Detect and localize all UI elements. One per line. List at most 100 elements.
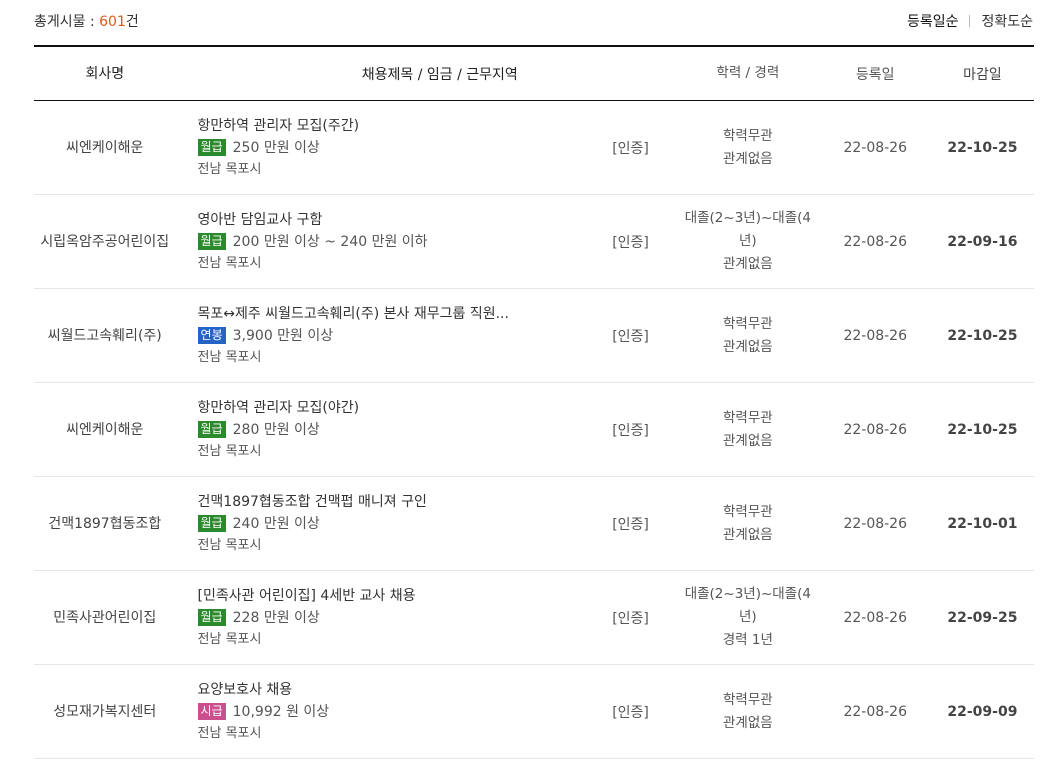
col-title-header: 채용제목 / 임금 / 근무지역: [176, 46, 586, 101]
list-topbar: 총게시물 : 601건 등록일순 정확도순: [34, 0, 1033, 42]
cert-label: [인증]: [612, 422, 649, 439]
title-cell: [민족사관 어린이집] 4세반 교사 채용 월급 228 만원 이상 전남 목포…: [176, 571, 586, 665]
cert-label: [인증]: [612, 516, 649, 533]
work-location: 전남 목포시: [197, 443, 262, 459]
job-title-link[interactable]: 영아반 담임교사 구함: [198, 209, 518, 231]
edu-career-cell: 학력무관 관계없음: [676, 383, 820, 477]
pay-info: 월급 250 만원 이상: [197, 137, 585, 159]
career-requirement: 관계없음: [722, 714, 773, 731]
cert-label: [인증]: [612, 610, 649, 627]
sort-by-relevance-link[interactable]: 정확도순: [981, 11, 1033, 31]
work-location: 전남 목포시: [197, 161, 262, 177]
company-name[interactable]: 씨월드고속훼리(주): [34, 289, 176, 383]
deadline-date: 22-10-25: [947, 139, 1018, 156]
cert-label: [인증]: [612, 140, 649, 157]
title-cell: 목포↔제주 씨월드고속훼리(주) 본사 재무그룹 직원... 연봉 3,900 …: [176, 289, 586, 383]
education-requirement: 학력무관: [722, 503, 773, 520]
table-row: 건맥1897협동조합 건맥1897협동조합 건맥펍 매니져 구인 월급 240 …: [34, 477, 1034, 571]
deadline-date: 22-09-25: [947, 609, 1018, 626]
company-name[interactable]: 씨엔케이해운: [34, 101, 176, 195]
pay-amount: 240 만원 이상: [232, 515, 320, 532]
education-requirement: 학력무관: [722, 315, 773, 332]
work-location: 전남 목포시: [197, 349, 262, 365]
career-requirement: 관계없음: [722, 150, 773, 167]
pay-type-badge: 월급: [197, 233, 226, 250]
job-title-link[interactable]: 목포↔제주 씨월드고속훼리(주) 본사 재무그룹 직원...: [198, 303, 518, 325]
education-requirement: 대졸(2~3년)~대졸(4년): [684, 210, 811, 249]
deadline-date: 22-09-09: [947, 703, 1018, 720]
career-requirement: 관계없음: [722, 526, 773, 543]
pay-info: 월급 200 만원 이상 ~ 240 만원 이하: [197, 231, 585, 253]
table-row: 민족사관어린이집 [민족사관 어린이집] 4세반 교사 채용 월급 228 만원…: [34, 571, 1034, 665]
pay-type-badge: 월급: [197, 515, 226, 532]
col-company-header: 회사명: [85, 65, 125, 82]
job-list-page: 총게시물 : 601건 등록일순 정확도순 회사명 채용제목 / 임금 / 근무…: [0, 0, 1051, 764]
registration-date: 22-08-26: [843, 139, 907, 156]
pay-amount: 280 만원 이상: [232, 421, 320, 438]
job-title-link[interactable]: 항만하역 관리자 모집(야간): [198, 397, 518, 419]
registration-date: 22-08-26: [843, 233, 907, 250]
education-requirement: 대졸(2~3년)~대졸(4년): [684, 586, 811, 625]
company-name[interactable]: 민족사관어린이집: [34, 571, 176, 665]
deadline-date: 22-10-01: [947, 515, 1018, 532]
cert-label: [인증]: [612, 234, 649, 251]
pay-info: 월급 240 만원 이상: [197, 513, 585, 535]
title-cell: 항만하역 관리자 모집(주간) 월급 250 만원 이상 전남 목포시: [176, 101, 586, 195]
edu-career-cell: 대졸(2~3년)~대졸(4년) 경력 1년: [676, 571, 820, 665]
table-row: 씨엔케이해운 항만하역 관리자 모집(야간) 월급 280 만원 이상 전남 목…: [34, 383, 1034, 477]
career-requirement: 관계없음: [722, 432, 773, 449]
pay-amount: 200 만원 이상 ~ 240 만원 이하: [232, 233, 428, 250]
deadline-date: 22-10-25: [947, 421, 1018, 438]
sort-by-date-link[interactable]: 등록일순: [907, 11, 959, 31]
edu-career-cell: 학력무관 관계없음: [676, 101, 820, 195]
education-requirement: 학력무관: [722, 127, 773, 144]
education-requirement: 학력무관: [722, 409, 773, 426]
registration-date: 22-08-26: [843, 327, 907, 344]
total-count: 총게시물 : 601건: [34, 11, 139, 31]
pay-info: 연봉 3,900 만원 이상: [197, 325, 585, 347]
edu-career-cell: 학력무관 관계없음: [676, 665, 820, 759]
col-deadline-header: 마감일: [963, 66, 1002, 83]
career-requirement: 관계없음: [722, 338, 773, 355]
job-title-link[interactable]: 항만하역 관리자 모집(주간): [198, 115, 518, 137]
pay-type-badge: 연봉: [197, 327, 226, 344]
edu-career-cell: 학력무관 관계없음: [676, 477, 820, 571]
career-requirement: 관계없음: [722, 256, 773, 272]
registration-date: 22-08-26: [843, 515, 907, 532]
edu-career-cell: 대졸(2~3년)~대졸(4년) 관계없음: [676, 195, 820, 289]
registration-date: 22-08-26: [843, 421, 907, 438]
company-name[interactable]: 건맥1897협동조합: [34, 477, 176, 571]
company-name[interactable]: 씨엔케이해운: [34, 383, 176, 477]
pay-type-badge: 월급: [197, 421, 226, 438]
education-requirement: 학력무관: [722, 691, 773, 708]
edu-career-cell: 학력무관 관계없음: [676, 289, 820, 383]
pay-info: 시급 10,992 원 이상: [197, 701, 585, 723]
title-cell: 건맥1897협동조합 건맥펍 매니져 구인 월급 240 만원 이상 전남 목포…: [176, 477, 586, 571]
table-row: 씨월드고속훼리(주) 목포↔제주 씨월드고속훼리(주) 본사 재무그룹 직원..…: [34, 289, 1034, 383]
pay-type-badge: 월급: [197, 609, 226, 626]
pay-amount: 228 만원 이상: [232, 609, 320, 626]
deadline-date: 22-10-25: [947, 327, 1018, 344]
title-cell: 영아반 담임교사 구함 월급 200 만원 이상 ~ 240 만원 이하 전남 …: [176, 195, 586, 289]
sort-divider: [969, 15, 971, 27]
table-body: 씨엔케이해운 항만하역 관리자 모집(주간) 월급 250 만원 이상 전남 목…: [34, 101, 1034, 759]
cert-label: [인증]: [612, 328, 649, 345]
title-cell: 요양보호사 채용 시급 10,992 원 이상 전남 목포시: [176, 665, 586, 759]
cert-label: [인증]: [612, 704, 649, 721]
work-location: 전남 목포시: [197, 725, 262, 741]
col-edu-header: 학력 / 경력: [716, 65, 780, 81]
job-title-link[interactable]: 요양보호사 채용: [198, 679, 518, 701]
col-cert-header: [585, 46, 676, 101]
work-location: 전남 목포시: [197, 255, 262, 271]
pay-amount: 3,900 만원 이상: [232, 327, 334, 344]
total-label: 총게시물 :: [34, 14, 100, 30]
pay-amount: 250 만원 이상: [232, 139, 320, 156]
job-title-link[interactable]: [민족사관 어린이집] 4세반 교사 채용: [198, 585, 518, 607]
table-row: 씨엔케이해운 항만하역 관리자 모집(주간) 월급 250 만원 이상 전남 목…: [34, 101, 1034, 195]
pay-info: 월급 228 만원 이상: [197, 607, 585, 629]
company-name[interactable]: 시립옥암주공어린이집: [34, 195, 176, 289]
pay-type-badge: 월급: [197, 139, 226, 156]
sort-options: 등록일순 정확도순: [907, 11, 1033, 31]
job-title-link[interactable]: 건맥1897협동조합 건맥펍 매니져 구인: [198, 491, 518, 513]
company-name[interactable]: 성모재가복지센터: [34, 665, 176, 759]
